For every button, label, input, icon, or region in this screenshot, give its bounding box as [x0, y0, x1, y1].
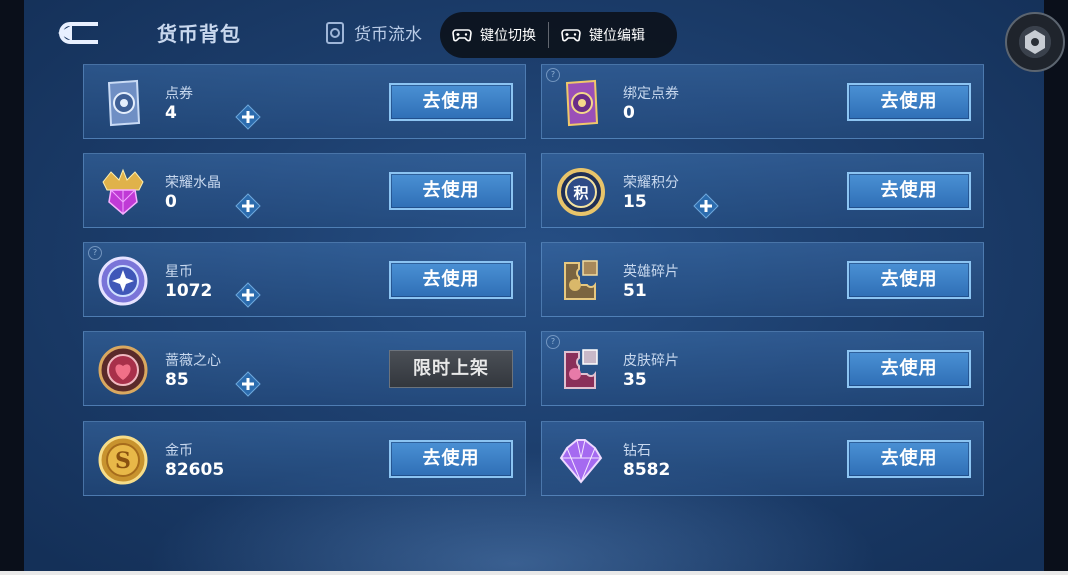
currency-card-bound-ticket: ? 绑定点券 0 去使用	[541, 64, 984, 139]
use-button[interactable]: 去使用	[847, 350, 971, 388]
plus-icon	[235, 282, 261, 308]
currency-value: 0	[623, 103, 635, 123]
use-button[interactable]: 去使用	[847, 261, 971, 299]
currency-name: 英雄碎片	[623, 264, 679, 280]
currency-name: 蔷薇之心	[165, 353, 221, 369]
currency-card-diamond: 钻石 8582 去使用	[541, 421, 984, 496]
bottom-edge	[0, 571, 1068, 575]
currency-name: 金币	[165, 443, 193, 459]
currency-name: 荣耀积分	[623, 175, 679, 191]
currency-card-star-coin: ? 星币 1072 去使用	[83, 242, 526, 317]
gold-coin-icon: S	[97, 434, 149, 486]
key-edit-label: 键位编辑	[589, 28, 645, 44]
use-button[interactable]: 去使用	[847, 83, 971, 121]
currency-name: 星币	[165, 264, 193, 280]
use-button[interactable]: 去使用	[389, 261, 513, 299]
limited-time-button: 限时上架	[389, 350, 513, 388]
use-button[interactable]: 去使用	[847, 440, 971, 478]
add-star-coin-button[interactable]	[235, 282, 261, 308]
hero-fragment-icon	[555, 255, 607, 307]
currency-backpack-screen: 货币背包 货币流水 点券 4 去使用 ? 绑定点券 0 去使用 荣耀水晶 0 去…	[24, 0, 1044, 575]
currency-value: 82605	[165, 460, 225, 480]
currency-value: 35	[623, 370, 647, 390]
tab-currency-flow-label: 货币流水	[354, 25, 422, 45]
use-button[interactable]: 去使用	[389, 172, 513, 210]
currency-flow-icon	[326, 21, 344, 44]
currency-card-rose-heart: 蔷薇之心 85 限时上架	[83, 331, 526, 406]
add-ticket-button[interactable]	[235, 104, 261, 130]
page-title: 货币背包	[157, 22, 241, 46]
back-arrow-icon	[58, 22, 98, 44]
floating-settings-button[interactable]	[1005, 12, 1065, 72]
currency-value: 51	[623, 281, 647, 301]
currency-card-gold-coin: S 金币 82605 去使用	[83, 421, 526, 496]
rose-heart-icon	[97, 344, 149, 396]
currency-name: 钻石	[623, 443, 651, 459]
plus-icon	[235, 193, 261, 219]
bound-ticket-icon	[555, 77, 607, 129]
currency-name: 荣耀水晶	[165, 175, 221, 191]
glory-crystal-icon	[97, 166, 149, 218]
currency-card-glory-points: 积 荣耀积分 15 去使用	[541, 153, 984, 228]
use-button[interactable]: 去使用	[389, 440, 513, 478]
gamepad-icon	[452, 29, 472, 42]
tab-currency-flow[interactable]: 货币流水	[324, 20, 422, 45]
currency-value: 1072	[165, 281, 213, 301]
currency-value: 15	[623, 192, 647, 212]
currency-card-ticket: 点券 4 去使用	[83, 64, 526, 139]
add-glory-crystal-button[interactable]	[235, 193, 261, 219]
gamepad-icon	[561, 29, 581, 42]
currency-value: 4	[165, 103, 177, 123]
svg-text:S: S	[115, 448, 131, 474]
add-rose-heart-button[interactable]	[235, 371, 261, 397]
currency-name: 皮肤碎片	[623, 353, 679, 369]
skin-fragment-icon	[555, 344, 607, 396]
currency-card-hero-fragment: 英雄碎片 51 去使用	[541, 242, 984, 317]
back-button[interactable]	[52, 18, 104, 48]
key-switch-button[interactable]: 键位切换	[440, 12, 548, 58]
currency-card-skin-fragment: ? 皮肤碎片 35 去使用	[541, 331, 984, 406]
use-button[interactable]: 去使用	[847, 172, 971, 210]
add-glory-points-button[interactable]	[693, 193, 719, 219]
currency-card-glory-crystal: 荣耀水晶 0 去使用	[83, 153, 526, 228]
currency-value: 8582	[623, 460, 671, 480]
plus-icon	[235, 371, 261, 397]
star-coin-icon	[97, 255, 149, 307]
key-edit-button[interactable]: 键位编辑	[549, 12, 657, 58]
plus-icon	[235, 104, 261, 130]
currency-value: 0	[165, 192, 177, 212]
use-button[interactable]: 去使用	[389, 83, 513, 121]
key-switch-label: 键位切换	[480, 28, 536, 44]
currency-name: 绑定点券	[623, 86, 679, 102]
currency-name: 点券	[165, 86, 193, 102]
svg-text:积: 积	[573, 184, 588, 202]
diamond-icon	[555, 434, 607, 486]
gear-icon	[1025, 30, 1045, 54]
ticket-icon	[97, 77, 149, 129]
glory-points-icon: 积	[555, 166, 607, 218]
key-mapping-toolbar: 键位切换 键位编辑	[440, 12, 677, 58]
currency-value: 85	[165, 370, 189, 390]
plus-icon	[693, 193, 719, 219]
